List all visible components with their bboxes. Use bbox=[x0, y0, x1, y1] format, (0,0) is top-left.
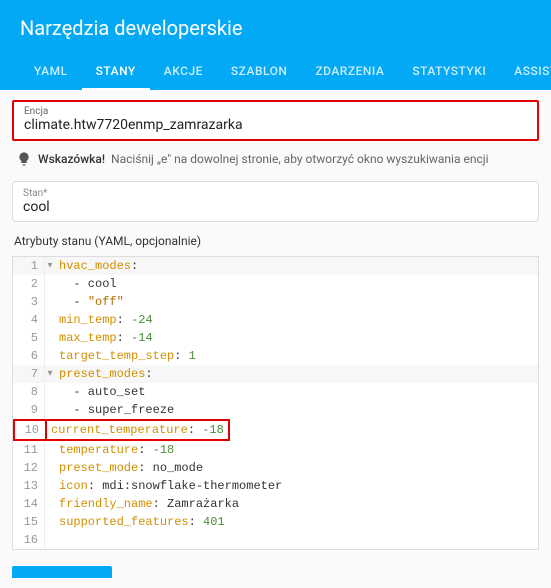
line-number: 8 bbox=[13, 383, 45, 401]
yaml-num: -14 bbox=[124, 331, 153, 345]
state-input[interactable]: Stan* cool bbox=[12, 181, 539, 222]
hint-text: Naciśnij „e" na dowolnej stronie, aby ot… bbox=[111, 152, 488, 166]
yaml-num: -18 bbox=[145, 443, 174, 457]
line-number: 7 bbox=[13, 365, 45, 383]
line-number: 6 bbox=[13, 347, 45, 365]
yaml-str: "off" bbox=[88, 295, 124, 309]
yaml-text: mdi:snowflake-thermometer bbox=[95, 479, 282, 493]
yaml-key: max_temp bbox=[59, 331, 117, 345]
content: Encja climate.htw7720enmp_zamrazarka Wsk… bbox=[0, 90, 551, 588]
state-value: cool bbox=[23, 199, 528, 215]
yaml-text: - auto_set bbox=[59, 385, 145, 399]
yaml-key: supported_features bbox=[59, 515, 189, 529]
tab-statystyki[interactable]: STATYSTYKI bbox=[398, 54, 500, 90]
fold-icon[interactable]: ▾ bbox=[45, 368, 55, 380]
fold-icon[interactable]: ▾ bbox=[45, 260, 55, 272]
line-number: 13 bbox=[13, 477, 45, 495]
tab-yaml[interactable]: YAML bbox=[20, 54, 82, 90]
tab-akcje[interactable]: AKCJE bbox=[150, 54, 217, 90]
yaml-key: preset_modes bbox=[59, 367, 145, 381]
entity-value: climate.htw7720enmp_zamrazarka bbox=[24, 117, 527, 133]
tabs: YAML STANY AKCJE SZABLON ZDARZENIA STATY… bbox=[20, 54, 531, 90]
yaml-text: - super_freeze bbox=[59, 403, 174, 417]
attrs-label: Atrybuty stanu (YAML, opcjonalnie) bbox=[14, 234, 539, 248]
lightbulb-icon bbox=[16, 151, 32, 167]
line-number: 14 bbox=[13, 495, 45, 513]
tab-szablon[interactable]: SZABLON bbox=[217, 54, 302, 90]
line-number: 2 bbox=[13, 275, 45, 293]
yaml-text: no_mode bbox=[145, 461, 203, 475]
yaml-key: friendly_name bbox=[59, 497, 153, 511]
line-number: 5 bbox=[13, 329, 45, 347]
yaml-key: current_temperature bbox=[51, 423, 188, 437]
yaml-text: - bbox=[59, 295, 88, 309]
yaml-num: 401 bbox=[196, 515, 225, 529]
line-number: 12 bbox=[13, 459, 45, 477]
line-number: 1 bbox=[13, 257, 45, 275]
yaml-editor[interactable]: 1▾hvac_modes: 2 - cool 3 - "off" 4min_te… bbox=[12, 256, 539, 550]
yaml-key: min_temp bbox=[59, 313, 117, 327]
hint: Wskazówka! Naciśnij „e" na dowolnej stro… bbox=[16, 151, 535, 167]
yaml-num: -24 bbox=[124, 313, 153, 327]
yaml-num: 1 bbox=[181, 349, 195, 363]
line-number: 15 bbox=[13, 513, 45, 531]
yaml-key: temperature bbox=[59, 443, 138, 457]
tab-stany[interactable]: STANY bbox=[82, 54, 150, 90]
yaml-text: - cool bbox=[59, 277, 117, 291]
yaml-text: Zamrażarka bbox=[160, 497, 239, 511]
entity-input[interactable]: Encja climate.htw7720enmp_zamrazarka bbox=[12, 100, 539, 141]
line-number: 4 bbox=[13, 311, 45, 329]
submit-button[interactable] bbox=[12, 566, 112, 578]
entity-label: Encja bbox=[24, 106, 527, 117]
line-number: 10 bbox=[13, 419, 45, 441]
page-title: Narzędzia deweloperskie bbox=[20, 16, 531, 40]
line-number: 16 bbox=[13, 531, 45, 549]
yaml-key: hvac_modes bbox=[59, 259, 131, 273]
yaml-key: icon bbox=[59, 479, 88, 493]
hint-bold: Wskazówka! bbox=[38, 152, 105, 166]
yaml-key: preset_mode bbox=[59, 461, 138, 475]
yaml-num: -18 bbox=[195, 423, 224, 437]
yaml-key: target_temp_step bbox=[59, 349, 174, 363]
header: Narzędzia deweloperskie YAML STANY AKCJE… bbox=[0, 0, 551, 90]
state-label: Stan* bbox=[23, 188, 528, 199]
tab-zdarzenia[interactable]: ZDARZENIA bbox=[301, 54, 398, 90]
line-number: 3 bbox=[13, 293, 45, 311]
tab-assist[interactable]: ASSIST bbox=[500, 54, 551, 90]
line-number: 11 bbox=[13, 441, 45, 459]
line-number: 9 bbox=[13, 401, 45, 419]
